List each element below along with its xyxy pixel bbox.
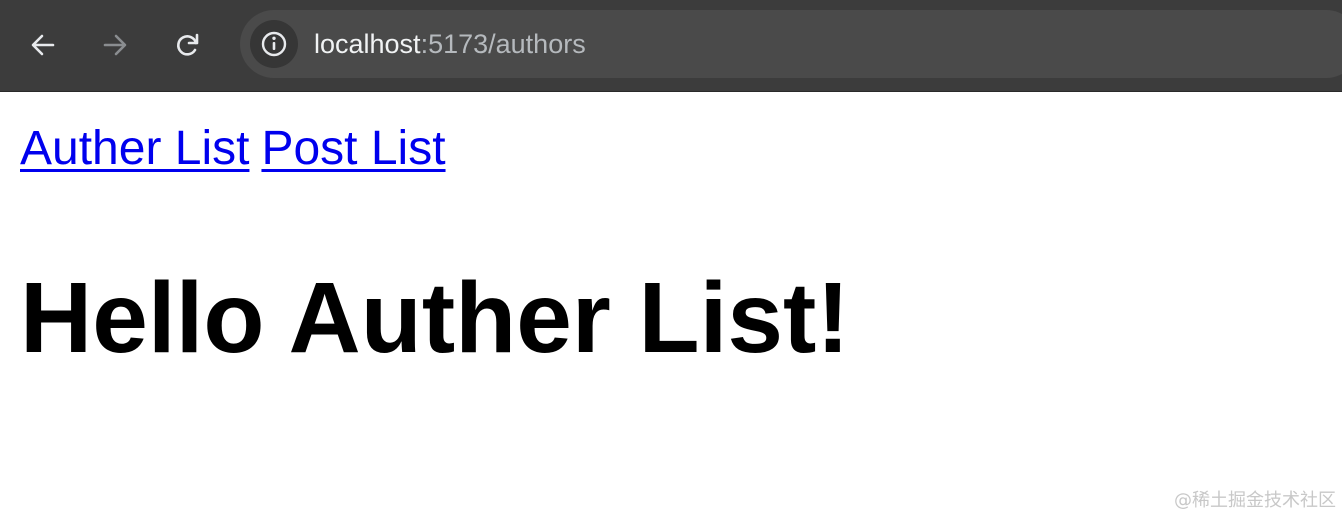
browser-toolbar: localhost:5173/authors [0, 0, 1342, 92]
watermark-text: @稀土掘金技术社区 [1174, 490, 1336, 511]
arrow-left-icon [31, 34, 55, 56]
nav-links: Auther List Post List [20, 122, 458, 176]
info-icon [261, 31, 287, 57]
url-text[interactable]: localhost:5173/authors [314, 26, 586, 62]
reload-button[interactable] [167, 24, 209, 66]
post-list-link[interactable]: Post List [261, 122, 445, 175]
arrow-right-icon [103, 34, 127, 56]
forward-button[interactable] [94, 24, 136, 66]
site-info-button[interactable] [250, 20, 298, 68]
page-heading: Hello Auther List! [20, 262, 850, 374]
url-path: :5173/authors [420, 29, 586, 59]
auther-list-link[interactable]: Auther List [20, 122, 249, 175]
url-host: localhost [314, 29, 421, 59]
reload-icon [177, 33, 199, 56]
back-button[interactable] [22, 24, 64, 66]
